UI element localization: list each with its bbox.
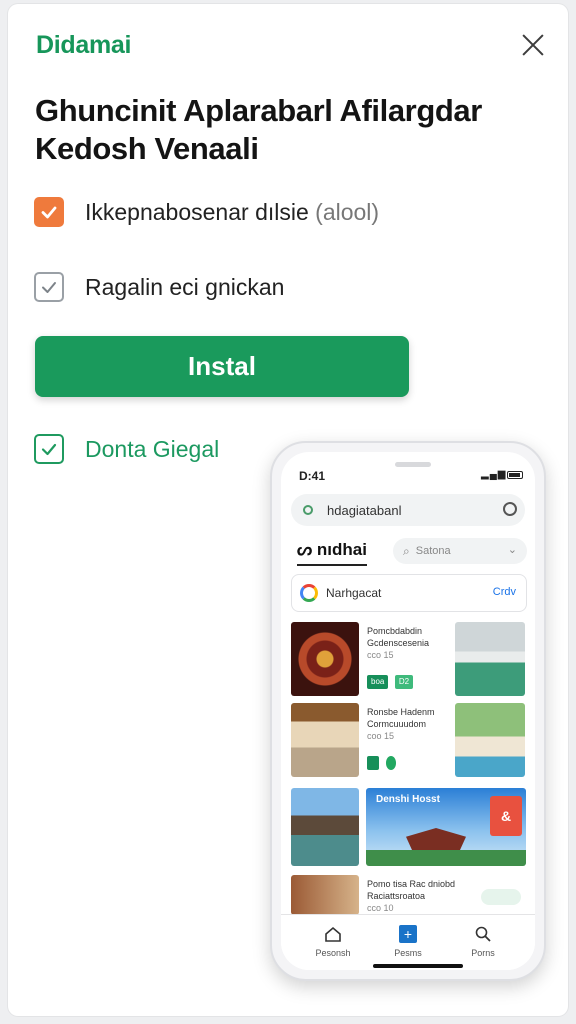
tab-home-label: Pesonsh: [315, 948, 351, 958]
app-logo-icon: ᔕ: [297, 540, 317, 559]
url-text: hdagiatabanl: [327, 502, 402, 518]
list-item-text: Pomo tisa Rac dniobd Raciattsroatoa cco …: [367, 878, 477, 914]
promo-banner: Denshi Hosst &: [366, 788, 526, 866]
thumbnail-image: [455, 622, 525, 696]
list-item-meta: cco 15: [367, 650, 394, 660]
install-button[interactable]: Instal: [35, 336, 409, 397]
refresh-icon: [503, 502, 517, 516]
option-label-1-main: Ikkepnabosenar dılsie: [85, 198, 309, 225]
list-item: Pomo tisa Rac dniobd Raciattsroatoa cco …: [291, 875, 525, 915]
google-card-text: Narhgacat: [326, 586, 382, 600]
option-label-3: Donta Giegal: [85, 435, 220, 462]
app-name: ᔕ nıdhai: [297, 540, 367, 566]
list-item-meta: cco 10: [367, 903, 394, 913]
app-name-text: nıdhai: [316, 540, 367, 559]
check-icon: [41, 206, 57, 219]
list-item-meta: coo 15: [367, 731, 395, 741]
install-dialog: Didamai Ghuncinit Aplarabarl Afilargdar …: [8, 4, 568, 1016]
option-label-2: Ragalin eci gnickan: [85, 273, 285, 300]
thumbnail-image: [455, 703, 525, 777]
phone-search: ⌕ Satona ⌄: [393, 538, 527, 564]
tab-search: Porns: [453, 923, 513, 958]
phone-speaker: [395, 462, 431, 467]
list-item-title: Ronsbe Hadenm Cormcuuudom: [367, 707, 435, 729]
option-row-2[interactable]: Ragalin eci gnickan: [34, 272, 284, 302]
list-item-text: Ronsbe Hadenm Cormcuuudom coo 15: [367, 706, 453, 770]
chevron-down-icon: ⌄: [507, 544, 517, 556]
add-square-icon: +: [399, 925, 417, 943]
list-item: Denshi Hosst &: [291, 788, 526, 868]
tag-badge: [367, 756, 380, 770]
tag-badge: boa: [367, 675, 389, 689]
dialog-title-line-1: Ghuncinit Aplarabarl Afilargdar: [35, 93, 482, 128]
option-label-1-sub: (alool): [315, 198, 380, 225]
option-row-3[interactable]: Donta Giegal: [34, 434, 219, 464]
battery-icon: [507, 471, 523, 479]
search-icon: ⌕: [403, 543, 410, 558]
home-indicator: [373, 964, 463, 968]
google-card: Narhgacat Crdv: [291, 574, 527, 612]
phone-search-placeholder: Satona: [415, 545, 451, 557]
tab-add-label: Pesms: [394, 948, 422, 958]
list-item-text: Pomcbdabdin Gcdenscesenia cco 15 boa D2: [367, 625, 453, 689]
check-icon: [42, 282, 56, 293]
signal-icon: ▂▄▆: [481, 469, 507, 480]
action-chip: [481, 889, 521, 905]
option-row-1[interactable]: Ikkepnabosenar dılsie (alool): [34, 197, 379, 227]
list-item-title: Pomo tisa Rac dniobd Raciattsroatoa: [367, 879, 456, 901]
search-icon: [475, 926, 491, 942]
thumbnail-image: [291, 788, 359, 866]
google-icon: [300, 584, 318, 602]
list-item: Ronsbe Hadenm Cormcuuudom coo 15: [291, 703, 525, 779]
phone-screen: D:41 ▂▄▆ hdagiatabanl ᔕ nıdhai ⌕ Satona …: [281, 452, 535, 970]
list-item: Pomcbdabdin Gcdenscesenia cco 15 boa D2: [291, 622, 525, 698]
ground-image: [366, 850, 526, 866]
dialog-title-line-2: Kedosh Venaali: [35, 131, 259, 166]
thumbnail-image: [291, 622, 359, 696]
brand-logo: Didamai: [36, 31, 132, 59]
status-dot: [385, 756, 397, 770]
tag-badge: D2: [394, 675, 414, 689]
dialog-title: Ghuncinit Aplarabarl Afilargdar Kedosh V…: [35, 92, 555, 168]
check-icon: [41, 443, 57, 456]
checkbox-option-3[interactable]: [34, 434, 64, 464]
tab-search-label: Porns: [471, 948, 495, 958]
home-icon: [325, 926, 341, 942]
list-item-title: Pomcbdabdin Gcdenscesenia: [367, 626, 430, 648]
thumbnail-image: [291, 875, 359, 915]
status-time: D:41: [299, 469, 326, 483]
option-label-1: Ikkepnabosenar dılsie (alool): [85, 199, 379, 226]
url-bar: hdagiatabanl: [291, 494, 525, 526]
phone-mockup: D:41 ▂▄▆ hdagiatabanl ᔕ nıdhai ⌕ Satona …: [270, 441, 546, 981]
close-icon[interactable]: [516, 28, 550, 62]
promo-banner-title: Denshi Hosst: [376, 794, 440, 805]
google-card-cta: Crdv: [492, 586, 516, 598]
thumbnail-image: [291, 703, 359, 777]
checkbox-option-2[interactable]: [34, 272, 64, 302]
tab-home: Pesonsh: [303, 923, 363, 958]
tab-add: + Pesms: [378, 923, 438, 958]
checkbox-option-1[interactable]: [34, 197, 64, 227]
site-icon: [303, 505, 313, 515]
phone-tab-bar: Pesonsh + Pesms Porns: [281, 914, 535, 970]
promo-badge: &: [490, 796, 522, 836]
temple-image: [406, 828, 466, 850]
